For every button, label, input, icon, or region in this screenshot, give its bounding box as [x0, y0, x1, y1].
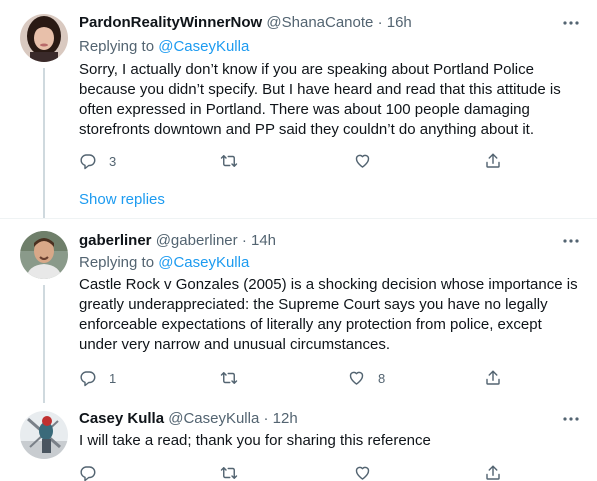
more-icon — [563, 239, 579, 243]
share-icon — [486, 370, 500, 385]
like-icon — [355, 466, 370, 480]
tweet-actions: 1 8 — [79, 368, 509, 388]
like-icon — [355, 154, 370, 168]
tweet-text-line: enforceable expectations of literally an… — [79, 316, 542, 333]
share-button[interactable] — [484, 368, 502, 388]
tweet-gaberliner[interactable]: gaberliner @gaberliner · 14h Replying to… — [0, 219, 597, 403]
more-button[interactable] — [561, 231, 581, 251]
tweet-text-line: because you didn’t specify. But I have h… — [79, 81, 561, 98]
tweet-text: Sorry, I actually don’t know if you are … — [79, 60, 587, 140]
replying-to-label: Replying to — [79, 254, 155, 271]
reply-button[interactable] — [79, 463, 97, 481]
replying-to-handle[interactable]: @CaseyKulla — [158, 254, 249, 271]
like-icon — [349, 371, 364, 385]
display-name[interactable]: gaberliner — [79, 232, 152, 249]
tweet-header: Casey Kulla @CaseyKulla · 12h — [79, 409, 298, 429]
separator: · — [377, 14, 383, 31]
avatar[interactable] — [20, 411, 68, 459]
replying-to-label: Replying to — [79, 38, 155, 55]
like-button[interactable]: 8 — [347, 368, 385, 388]
more-icon — [563, 21, 579, 25]
tweet-actions: 3 — [79, 151, 509, 171]
reply-icon — [80, 466, 96, 481]
retweet-button[interactable] — [219, 463, 239, 481]
more-button[interactable] — [561, 13, 581, 33]
reply-count: 3 — [109, 153, 117, 169]
reply-icon — [80, 154, 96, 170]
separator: · — [241, 232, 247, 249]
tweet-text-line: storefronts downtown and PP said they co… — [79, 121, 535, 138]
replying-to: Replying to @CaseyKulla — [79, 253, 249, 273]
reply-button[interactable]: 3 — [79, 151, 116, 171]
display-name[interactable]: PardonRealityWinnerNow — [79, 14, 262, 31]
retweet-icon — [220, 372, 238, 384]
timestamp[interactable]: 14h — [251, 232, 276, 249]
share-icon — [486, 465, 500, 480]
avatar[interactable] — [20, 231, 68, 279]
user-handle[interactable]: @CaseyKulla — [168, 410, 259, 427]
timestamp[interactable]: 12h — [273, 410, 298, 427]
thread-line — [43, 68, 45, 218]
replying-to: Replying to @CaseyKulla — [79, 37, 249, 57]
retweet-button[interactable] — [219, 151, 251, 171]
tweet-text-line: Castle Rock v Gonzales (2005) is a shock… — [79, 276, 578, 293]
reply-button[interactable]: 1 — [79, 368, 116, 388]
timestamp[interactable]: 16h — [387, 14, 412, 31]
tweet-text-line: greatly underappreciated: the Supreme Co… — [79, 296, 548, 313]
display-name[interactable]: Casey Kulla — [79, 410, 164, 427]
tweet-text: I will take a read; thank you for sharin… — [79, 431, 587, 451]
thread-line — [43, 285, 45, 403]
tweet-text-line: under very narrow and unusual circumstan… — [79, 336, 390, 353]
tweet-casey[interactable]: Casey Kulla @CaseyKulla · 12h I will tak… — [0, 399, 597, 481]
tweet-header: gaberliner @gaberliner · 14h — [79, 231, 276, 251]
like-count: 8 — [378, 370, 386, 386]
like-button[interactable] — [353, 151, 384, 171]
like-button[interactable] — [353, 463, 372, 481]
share-icon — [486, 153, 500, 168]
user-handle[interactable]: @ShanaCanote — [266, 14, 373, 31]
tweet-actions — [79, 463, 509, 481]
share-button[interactable] — [484, 463, 502, 481]
replying-to-handle[interactable]: @CaseyKulla — [158, 38, 249, 55]
more-icon — [563, 417, 579, 421]
reply-icon — [80, 371, 96, 387]
tweet-text-line: I will take a read; thank you for sharin… — [79, 432, 431, 449]
more-button[interactable] — [561, 409, 581, 429]
retweet-icon — [220, 155, 238, 167]
avatar[interactable] — [20, 14, 68, 62]
separator: · — [263, 410, 269, 427]
tweet-text-line: often expressed in Portland. There was a… — [79, 101, 530, 118]
share-button[interactable] — [484, 151, 502, 171]
retweet-icon — [220, 467, 238, 479]
show-replies-link[interactable]: Show replies — [79, 190, 165, 210]
tweet-text-line: Sorry, I actually don’t know if you are … — [79, 61, 534, 78]
reply-count: 1 — [109, 370, 117, 386]
retweet-button[interactable] — [219, 368, 251, 388]
tweet-header: PardonRealityWinnerNow @ShanaCanote · 16… — [79, 13, 412, 33]
user-handle[interactable]: @gaberliner — [156, 232, 238, 249]
tweet-shana[interactable]: PardonRealityWinnerNow @ShanaCanote · 16… — [0, 0, 597, 218]
tweet-text: Castle Rock v Gonzales (2005) is a shock… — [79, 275, 587, 355]
